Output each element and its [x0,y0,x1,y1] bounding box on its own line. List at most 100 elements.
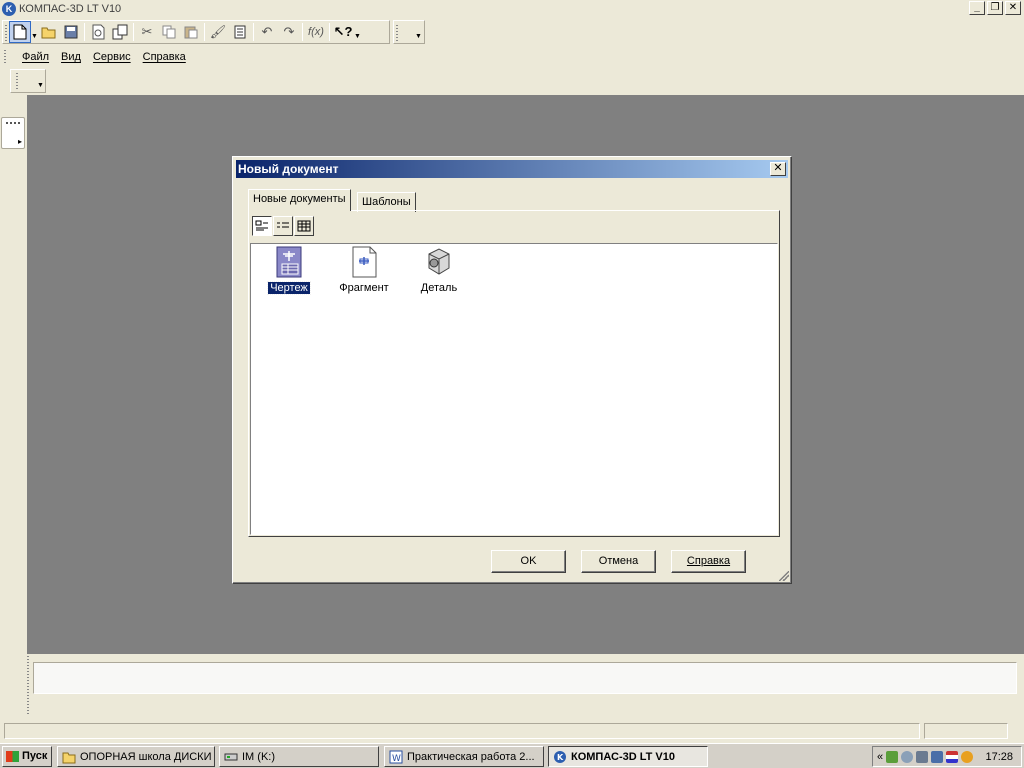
panel-grip[interactable] [27,656,29,716]
close-button[interactable]: ✕ [1005,1,1021,15]
svg-text:K: K [557,753,564,762]
task-label: Практическая работа 2... [407,750,535,763]
language-flag-icon[interactable] [946,750,959,763]
cut-icon[interactable]: ✂ [136,21,158,43]
cd-tray-icon[interactable] [901,750,914,763]
tray-expand-icon[interactable]: « [877,751,883,763]
open-icon[interactable] [38,21,60,43]
redo-icon[interactable]: ↷ [278,21,300,43]
undo-icon[interactable]: ↶ [256,21,278,43]
task-folder[interactable]: ОПОРНАЯ школа ДИСКИ [57,746,215,767]
extra-toolbar-dropdown-icon[interactable]: ▼ [415,21,422,43]
view-mode-buttons [252,216,314,236]
status-info-field [924,723,1008,739]
dialog-title-bar: Новый документ ✕ [236,160,788,178]
function-icon[interactable]: f(x) [305,21,327,43]
list-view-icon[interactable] [273,216,293,236]
drive-icon [224,753,238,760]
secondary-toolbar: ▼ [10,69,46,93]
menu-service[interactable]: Сервис [87,49,137,65]
details-view-icon[interactable] [294,216,314,236]
resize-grip-icon[interactable] [779,571,789,581]
standard-toolbar: ▼ ✂ 🖌 ↶ ↷ f(x) ↖? ▼ ▼ [0,18,1024,46]
menu-help[interactable]: Справка [137,49,192,65]
tab-new-documents[interactable]: Новые документы [248,189,351,211]
task-drive[interactable]: IM (K:) [219,746,379,767]
documents-list: Чертеж Фрагмент Деталь [250,243,778,535]
status-message-field [4,723,920,739]
status-bar [0,720,1024,742]
toolbar-grip[interactable] [5,25,7,41]
kompas-app-icon[interactable]: K [2,1,16,16]
toolbar-grip[interactable] [16,73,18,89]
cancel-button[interactable]: Отмена [581,550,656,573]
task-word-document[interactable]: W Практическая работа 2... [384,746,544,767]
system-tray: « 17:28 [872,746,1022,767]
ok-button[interactable]: OK [491,550,566,573]
task-label: ОПОРНАЯ школа ДИСКИ [80,750,212,763]
help-button[interactable]: Справка [671,550,746,573]
taskbar: Пуск ОПОРНАЯ школа ДИСКИ IM (K:) W Практ… [0,743,1024,768]
menu-grip[interactable] [4,50,6,64]
document-label: Деталь [420,282,458,294]
minimize-button[interactable]: _ [969,1,985,15]
tab-panel: Чертеж Фрагмент Деталь [248,210,780,537]
toolbar-separator [84,23,85,41]
preview-icon[interactable] [87,21,109,43]
context-help-icon[interactable]: ↖? [332,21,354,43]
toolbar-separator [133,23,134,41]
copy-icon[interactable] [158,21,180,43]
fragment-icon [348,246,380,278]
large-icons-view-icon[interactable] [252,216,272,236]
task-kompas[interactable]: K КОМПАС-3D LT V10 [548,746,708,767]
svg-text:W: W [392,754,401,764]
restore-button[interactable]: ❐ [987,1,1003,15]
kompas-icon: K [554,750,566,763]
tab-templates[interactable]: Шаблоны [357,192,416,212]
panel-dots-icon [6,122,20,124]
format-painter-icon[interactable]: 🖌 [207,21,229,43]
recycle-tray-icon[interactable] [886,750,899,763]
extra-toolbar-group: ▼ [393,20,425,44]
document-item-part[interactable]: Деталь [409,246,469,294]
new-document-dialog: Новый документ ✕ Новые документы Шаблоны… [232,156,792,584]
task-label: КОМПАС-3D LT V10 [571,750,675,763]
drawing-icon [273,246,305,278]
task-label: IM (K:) [242,750,275,763]
properties-panel [27,654,1024,718]
new-document-icon[interactable] [9,21,31,43]
document-item-drawing[interactable]: Чертеж [259,246,319,295]
menu-bar: Файл Вид Сервис Справка [0,47,1024,67]
toolbar-grip[interactable] [396,25,398,41]
window-controls: _ ❐ ✕ [969,1,1021,15]
secondary-toolbar-dropdown-icon[interactable]: ▼ [37,70,44,92]
document-label: Фрагмент [339,282,389,294]
document-manager-icon[interactable] [109,21,131,43]
monitor-tray-icon[interactable] [931,750,944,763]
properties-input-area[interactable] [33,662,1017,694]
properties-icon[interactable] [229,21,251,43]
expand-arrow-icon[interactable]: ▸ [18,137,22,146]
compact-panel-tab[interactable]: ▸ [1,117,25,149]
start-button[interactable]: Пуск [2,745,52,767]
windows-logo-icon [6,750,19,762]
new-document-dropdown-icon[interactable]: ▼ [31,21,38,43]
clock[interactable]: 17:28 [985,751,1013,763]
antivirus-tray-icon[interactable] [961,750,974,763]
network-tray-icon[interactable] [916,750,929,763]
toolbar-separator [329,23,330,41]
document-item-fragment[interactable]: Фрагмент [334,246,394,294]
paste-icon[interactable] [180,21,202,43]
toolbar-separator [253,23,254,41]
dialog-close-button[interactable]: ✕ [770,162,786,176]
left-panel-strip: ▸ [0,95,27,718]
window-title: КОМПАС-3D LT V10 [19,2,122,15]
menu-view[interactable]: Вид [55,49,87,65]
folder-icon [62,752,76,763]
start-label: Пуск [22,750,48,762]
save-icon[interactable] [60,21,82,43]
menu-file[interactable]: Файл [16,49,55,65]
app-title-bar: K КОМПАС-3D LT V10 _ ❐ ✕ [0,0,1024,17]
toolbar-options-dropdown-icon[interactable]: ▼ [354,21,361,43]
toolbar-separator [302,23,303,41]
